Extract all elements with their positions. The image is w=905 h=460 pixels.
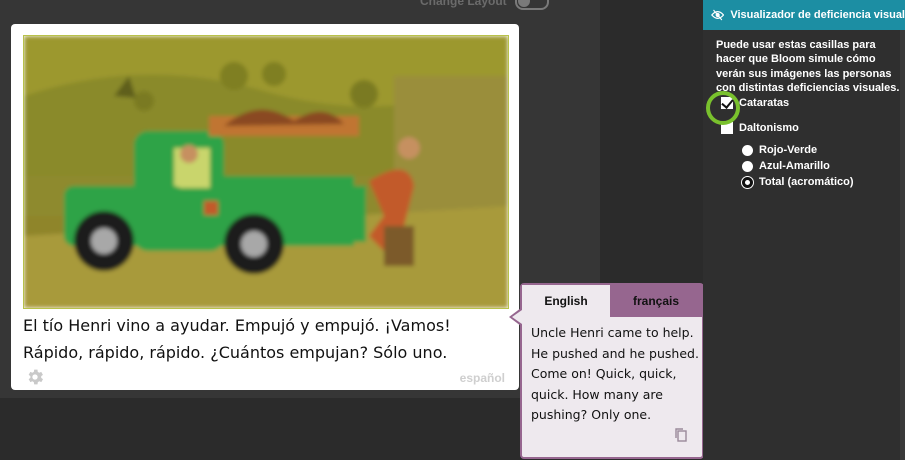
- tab-french[interactable]: français: [610, 285, 702, 317]
- panel-scrollbar[interactable]: [900, 30, 905, 460]
- language-label: español: [459, 371, 505, 385]
- translation-line: pushing? Only one.: [531, 407, 652, 422]
- panel-description: Puede usar estas casillas para hacer que…: [716, 38, 900, 95]
- radio-total-label: Total (acromático): [759, 176, 854, 188]
- page-text-line: Rápido, rápido, rápido. ¿Cuántos empujan…: [23, 343, 448, 362]
- radio-red-green-button[interactable]: [742, 144, 753, 156]
- radio-blue-yellow-label: Azul-Amarillo: [759, 160, 830, 172]
- truck-illustration: [24, 36, 508, 308]
- cataracts-highlight-ring: [706, 91, 740, 125]
- book-page: El tío Henri vino a ayudar. Empujó y emp…: [11, 24, 519, 390]
- language-tabs: English français: [522, 285, 702, 317]
- radio-red-green-label: Rojo-Verde: [759, 144, 818, 156]
- translation-line: He pushed and he pushed.: [531, 345, 699, 361]
- copy-icon[interactable]: [674, 427, 688, 443]
- tab-english[interactable]: English: [522, 285, 610, 317]
- translation-line: Come on! Quick, quick,: [531, 366, 677, 381]
- change-layout-toggle[interactable]: [514, 0, 549, 10]
- panel-title: Visualizador de deficiencia visual: [730, 9, 905, 21]
- description-line: Puede usar estas casillas para: [716, 39, 876, 51]
- radio-red-green[interactable]: Rojo-Verde: [742, 144, 817, 156]
- description-line: verán sus imágenes las personas: [716, 67, 892, 80]
- translation-line: quick. How many are: [531, 386, 663, 402]
- translation-bubble: English français Uncle Henri came to hel…: [520, 283, 704, 459]
- translation-line: Uncle Henri came to help.: [531, 325, 694, 340]
- page-picture[interactable]: [23, 35, 509, 309]
- radio-blue-yellow[interactable]: Azul-Amarillo: [742, 160, 830, 172]
- visual-impairment-panel: Visualizador de deficiencia visual Puede…: [703, 0, 905, 460]
- radio-total[interactable]: Total (acromático): [742, 176, 854, 188]
- colorblind-label: Daltonismo: [739, 122, 799, 134]
- change-layout-label: Change Layout: [420, 0, 507, 8]
- eye-icon: [711, 9, 725, 21]
- gear-icon[interactable]: [25, 367, 45, 387]
- toggle-knob: [517, 0, 530, 7]
- page-text-line: El tío Henri vino a ayudar. Empujó y emp…: [23, 316, 451, 335]
- description-line: hacer que Bloom simule cómo: [716, 53, 876, 66]
- translation-text[interactable]: Uncle Henri came to help. He pushed and …: [531, 323, 699, 426]
- page-text[interactable]: El tío Henri vino a ayudar. Empujó y emp…: [23, 312, 513, 366]
- panel-header: Visualizador de deficiencia visual: [703, 0, 905, 30]
- description-line: con distintas deficiencias visuales.: [716, 81, 900, 94]
- change-layout-control[interactable]: Change Layout: [420, 0, 549, 10]
- radio-total-button[interactable]: [742, 176, 753, 188]
- radio-blue-yellow-button[interactable]: [742, 160, 753, 172]
- colorblind-option[interactable]: Daltonismo: [721, 122, 799, 134]
- bubble-pointer-fill: [512, 310, 522, 324]
- cataracts-label: Cataratas: [739, 97, 790, 109]
